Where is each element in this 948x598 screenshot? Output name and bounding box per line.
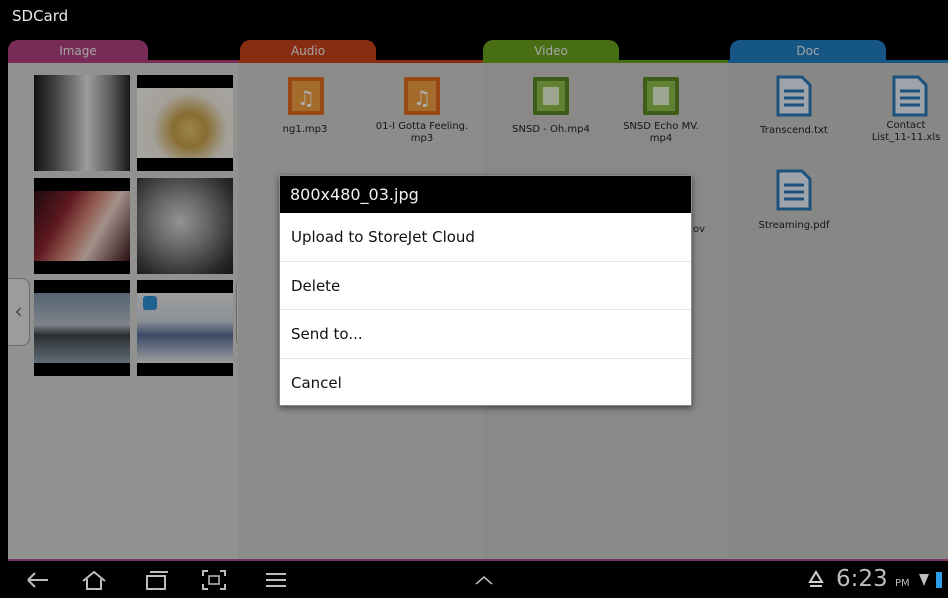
chevron-up-icon[interactable] bbox=[470, 568, 498, 592]
menu-item-delete[interactable]: Delete bbox=[280, 262, 691, 310]
context-menu-dialog: 800x480_03.jpg Upload to StoreJet Cloud … bbox=[279, 175, 692, 406]
app-bar: SDCard bbox=[0, 0, 948, 36]
system-navigation-bar: 6:23 PM bbox=[0, 561, 948, 598]
sync-icon bbox=[808, 570, 824, 587]
screenshot-icon[interactable] bbox=[200, 568, 228, 592]
battery-icon bbox=[936, 572, 942, 588]
clock-ampm: PM bbox=[894, 578, 910, 589]
menu-item-send-to[interactable]: Send to... bbox=[280, 310, 691, 359]
menu-item-cancel[interactable]: Cancel bbox=[280, 359, 691, 408]
clock-time: 6:23 bbox=[836, 566, 888, 592]
wifi-icon bbox=[919, 574, 929, 586]
recent-apps-icon[interactable] bbox=[142, 568, 170, 592]
app-title: SDCard bbox=[12, 7, 69, 25]
menu-icon[interactable] bbox=[262, 568, 290, 592]
back-icon[interactable] bbox=[24, 568, 52, 592]
dialog-title: 800x480_03.jpg bbox=[280, 176, 691, 213]
menu-item-upload[interactable]: Upload to StoreJet Cloud bbox=[280, 213, 691, 262]
status-clock: 6:23 PM bbox=[836, 566, 910, 592]
home-icon[interactable] bbox=[80, 568, 108, 592]
